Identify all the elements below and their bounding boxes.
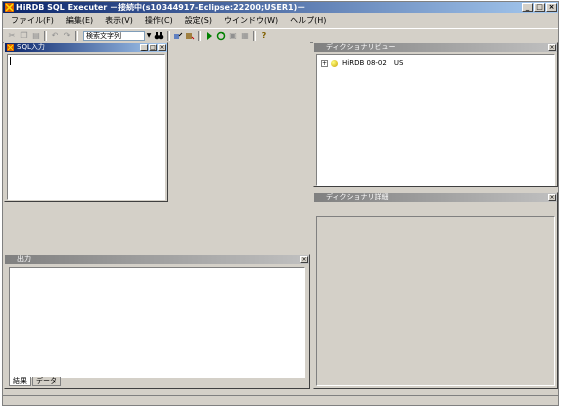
close-button[interactable]: × bbox=[546, 3, 557, 12]
search-input[interactable]: 検索文字列 bbox=[83, 30, 145, 41]
app-window: HiRDB SQL Executer －接続中(s10344917-Eclips… bbox=[2, 1, 559, 406]
redo-icon[interactable]: ↷ bbox=[62, 31, 72, 41]
sql-input-title-bar[interactable]: SQL入力 _ □ × bbox=[5, 43, 167, 52]
window-title: HiRDB SQL Executer －接続中(s10344917-Eclips… bbox=[16, 3, 306, 12]
toolbar-separator bbox=[253, 30, 256, 41]
output-panel: 出力 × 結果 データ bbox=[4, 254, 310, 389]
menu-window[interactable]: ウインドウ(W) bbox=[218, 14, 284, 27]
sql-close-button[interactable]: × bbox=[158, 44, 166, 51]
tree-node-label: HiRDB 08-02 US bbox=[342, 59, 404, 67]
menu-help[interactable]: ヘルプ(H) bbox=[284, 14, 332, 27]
save-icon[interactable]: ▣ bbox=[228, 31, 238, 41]
help-icon[interactable]: ? bbox=[259, 31, 269, 41]
output-content[interactable] bbox=[9, 267, 305, 378]
connect-icon[interactable] bbox=[173, 31, 183, 41]
mdi-client-area: SQL入力 _ □ × bbox=[4, 42, 310, 252]
grid-icon[interactable]: ▦ bbox=[240, 31, 250, 41]
toolbar-separator bbox=[75, 30, 78, 41]
dictionary-view-panel: ディクショナリビュー × + HiRDB 08-02 US bbox=[313, 42, 558, 187]
database-icon bbox=[331, 59, 338, 67]
paste-icon[interactable]: ▤ bbox=[31, 31, 41, 41]
maximize-button[interactable]: □ bbox=[534, 3, 545, 12]
output-title-bar[interactable]: 出力 × bbox=[5, 255, 309, 264]
toolbar-separator bbox=[167, 30, 170, 41]
menu-edit[interactable]: 編集(E) bbox=[60, 14, 99, 27]
output-pin-button[interactable]: × bbox=[300, 256, 308, 263]
execute-icon[interactable] bbox=[204, 31, 214, 41]
menu-operation[interactable]: 操作(C) bbox=[139, 14, 179, 27]
output-title: 出力 bbox=[17, 255, 31, 263]
text-cursor bbox=[10, 57, 11, 65]
search-dropdown-arrow-icon[interactable]: ▼ bbox=[145, 31, 153, 41]
sql-editor[interactable] bbox=[7, 54, 165, 200]
tab-results[interactable]: 結果 bbox=[9, 377, 31, 386]
tree-node-hirdb[interactable]: + HiRDB 08-02 US bbox=[321, 58, 403, 68]
menu-file[interactable]: ファイル(F) bbox=[3, 14, 60, 27]
disconnect-icon[interactable] bbox=[185, 31, 195, 41]
output-tabs: 結果 データ bbox=[9, 377, 62, 386]
sql-input-window[interactable]: SQL入力 _ □ × bbox=[4, 42, 168, 202]
sql-minimize-button[interactable]: _ bbox=[140, 44, 148, 51]
menu-settings[interactable]: 設定(S) bbox=[179, 14, 218, 27]
dictionary-view-pin-button[interactable]: × bbox=[548, 44, 556, 51]
minimize-button[interactable]: _ bbox=[522, 3, 533, 12]
title-bar[interactable]: HiRDB SQL Executer －接続中(s10344917-Eclips… bbox=[3, 2, 558, 13]
tree-expander-plus-icon[interactable]: + bbox=[321, 59, 328, 67]
sql-window-icon bbox=[7, 44, 14, 51]
sql-input-title: SQL入力 bbox=[17, 43, 45, 51]
dictionary-details-title: ディクショナリ詳細 bbox=[326, 193, 389, 201]
refresh-icon[interactable] bbox=[216, 31, 226, 41]
toolbar-separator bbox=[44, 30, 47, 41]
undo-icon[interactable]: ↶ bbox=[50, 31, 60, 41]
dictionary-details-panel: ディクショナリ詳細 × bbox=[313, 192, 558, 389]
menu-view[interactable]: 表示(V) bbox=[99, 14, 139, 27]
dictionary-details-content bbox=[316, 216, 555, 386]
cut-icon[interactable]: ✂ bbox=[7, 31, 17, 41]
toolbar: ✂ ❐ ▤ ↶ ↷ 検索文字列 ▼ ▣ ▦ ? bbox=[3, 28, 558, 43]
sql-maximize-button[interactable]: □ bbox=[149, 44, 157, 51]
menu-bar: ファイル(F) 編集(E) 表示(V) 操作(C) 設定(S) ウインドウ(W)… bbox=[3, 14, 558, 27]
dictionary-view-title-bar[interactable]: ディクショナリビュー × bbox=[314, 43, 557, 52]
dictionary-view-title: ディクショナリビュー bbox=[326, 43, 396, 51]
copy-icon[interactable]: ❐ bbox=[19, 31, 29, 41]
toolbar-separator bbox=[198, 30, 201, 41]
tab-data[interactable]: データ bbox=[32, 377, 61, 386]
binoculars-find-icon[interactable] bbox=[154, 31, 164, 41]
status-bar bbox=[3, 395, 558, 405]
dictionary-details-pin-button[interactable]: × bbox=[548, 194, 556, 201]
app-icon bbox=[5, 3, 14, 12]
dictionary-tree[interactable]: + HiRDB 08-02 US bbox=[316, 54, 555, 186]
dictionary-details-title-bar[interactable]: ディクショナリ詳細 × bbox=[314, 193, 557, 202]
